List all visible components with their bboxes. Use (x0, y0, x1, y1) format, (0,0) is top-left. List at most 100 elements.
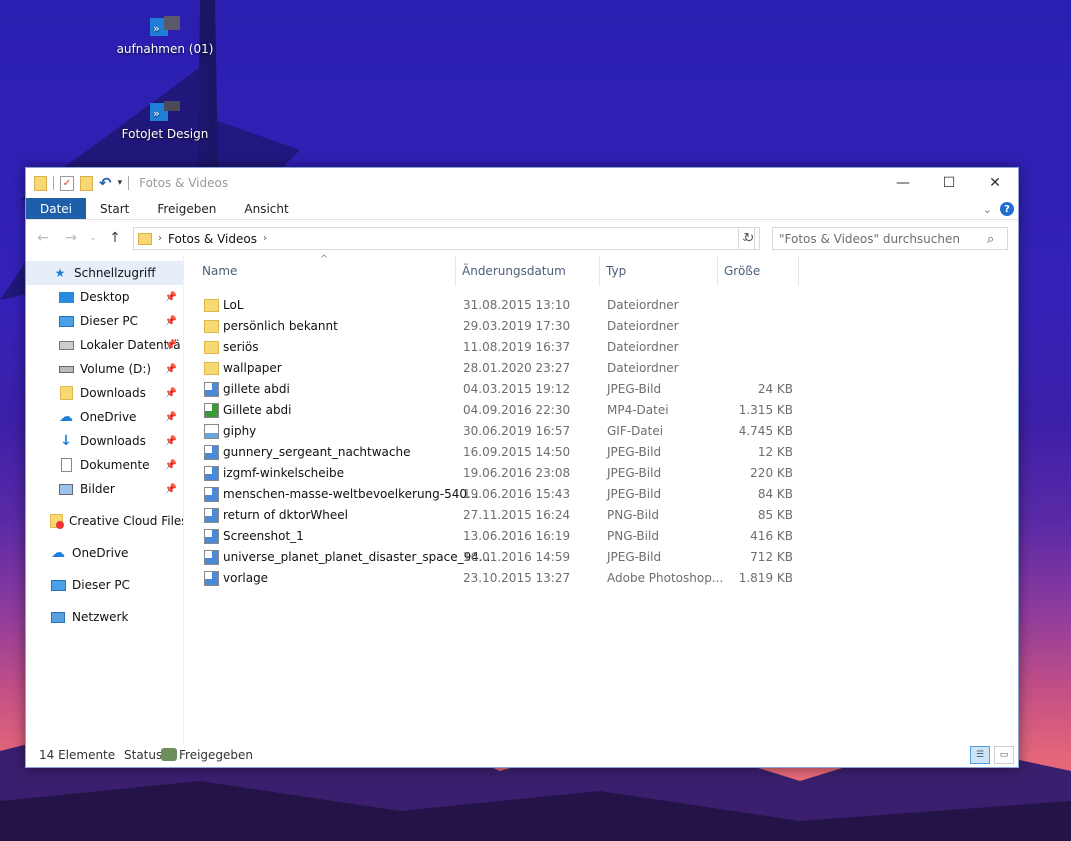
nav-item-netzwerk[interactable]: Netzwerk (26, 605, 183, 629)
nav-item-label: OneDrive (80, 410, 137, 424)
column-label: Name (202, 264, 238, 278)
nav-item-volume-d[interactable]: Volume (D:) 📌 (26, 357, 183, 381)
refresh-button[interactable]: ↻ (738, 227, 760, 250)
desktop-icon-fotojet[interactable]: » FotoJet Design (110, 101, 220, 141)
close-button[interactable]: ✕ (972, 168, 1018, 198)
file-date: 16.01.2016 14:59 (463, 550, 571, 564)
shared-users-icon (161, 748, 177, 761)
pin-icon: 📌 (164, 387, 177, 399)
column-type[interactable]: Typ (600, 256, 718, 286)
nav-item-creative-cloud[interactable]: Creative Cloud Files (26, 509, 183, 533)
breadcrumb[interactable]: Fotos & Videos (168, 232, 257, 246)
properties-icon[interactable]: ✓ (60, 175, 74, 191)
file-row[interactable]: giphy 30.06.2019 16:57 GIF-Datei 4.745 KB (184, 421, 804, 442)
nav-item-lokaler-datentraeger[interactable]: Lokaler Datenträ 📌 (26, 333, 183, 357)
file-row[interactable]: gunnery_sergeant_nachtwache 16.09.2015 14… (184, 442, 804, 463)
file-name: persönlich bekannt (223, 319, 338, 333)
nav-item-bilder[interactable]: Bilder 📌 (26, 477, 183, 501)
nav-item-label: Desktop (80, 290, 130, 304)
nav-item-onedrive-root[interactable]: ☁ OneDrive (26, 541, 183, 565)
tab-freigeben[interactable]: Freigeben (143, 198, 230, 219)
customize-qat-icon[interactable]: ▾ (118, 178, 123, 188)
file-row[interactable]: persönlich bekannt 29.03.2019 17:30 Dateio… (184, 316, 804, 337)
nav-item-downloads[interactable]: Downloads 📌 (26, 381, 183, 405)
file-row[interactable]: izgmf-winkelscheibe 19.06.2016 23:08 JPEG-… (184, 463, 804, 484)
nav-item-dieser-pc-root[interactable]: Dieser PC (26, 573, 183, 597)
address-row: ← → ⌄ ↑ › Fotos & Videos › ⌄ ↻ "Fotos & … (26, 220, 1018, 256)
file-date: 23.10.2015 13:27 (463, 571, 571, 585)
undo-icon[interactable]: ↶ (99, 174, 112, 192)
column-size[interactable]: Größe (718, 256, 799, 286)
new-folder-icon[interactable] (80, 175, 93, 191)
back-arrow-icon[interactable]: ← (32, 230, 54, 246)
file-row[interactable]: return of dktorWheel 27.11.2015 16:24 PNG-… (184, 505, 804, 526)
file-list: Name ^ Änderungsdatum Typ Größe LoL 31.08… (184, 254, 1018, 744)
download-arrow-icon: ↓ (60, 433, 72, 449)
file-size: 220 KB (750, 466, 793, 480)
forward-arrow-icon[interactable]: → (60, 230, 82, 246)
video-file-icon (204, 403, 219, 418)
tab-datei[interactable]: Datei (26, 198, 87, 219)
nav-item-label: Downloads (80, 386, 146, 400)
image-file-icon (204, 382, 219, 397)
desktop-icon-aufnahmen[interactable]: » aufnahmen (01) (110, 16, 220, 56)
nav-item-desktop[interactable]: Desktop 📌 (26, 285, 183, 309)
file-name: Screenshot_1 (223, 529, 304, 543)
file-type: MP4-Datei (607, 403, 669, 417)
file-name: izgmf-winkelscheibe (223, 466, 345, 480)
file-row[interactable]: menschen-masse-weltbevoelkerung-540... 19… (184, 484, 804, 505)
pin-icon: 📌 (164, 363, 177, 375)
file-type: JPEG-Bild (607, 466, 662, 480)
file-row[interactable]: gillete abdi 04.03.2015 19:12 JPEG-Bild 24 … (184, 379, 804, 400)
folder-icon (204, 341, 219, 354)
file-row[interactable]: seriös 11.08.2019 16:37 Dateiordner (184, 337, 804, 358)
file-row[interactable]: universe_planet_planet_disaster_space_94… (184, 547, 804, 568)
tab-ansicht[interactable]: Ansicht (230, 198, 302, 219)
file-row[interactable]: wallpaper 28.01.2020 23:27 Dateiordner (184, 358, 804, 379)
large-icons-view-icon[interactable]: ▭ (994, 746, 1014, 764)
file-size: 4.745 KB (738, 424, 793, 438)
file-name: vorlage (223, 571, 269, 585)
desktop-icon-label: FotoJet Design (121, 127, 209, 141)
recent-locations-icon[interactable]: ⌄ (88, 233, 98, 243)
nav-item-schnellzugriff[interactable]: ★ Schnellzugriff (26, 261, 183, 285)
svg-text:»: » (153, 107, 160, 120)
up-arrow-icon[interactable]: ↑ (104, 230, 126, 246)
file-row[interactable]: Gillete abdi 04.09.2016 22:30 MP4-Datei 1.3… (184, 400, 804, 421)
details-view-icon[interactable]: ☰ (970, 746, 990, 764)
column-header-row: Name ^ Änderungsdatum Typ Größe (184, 254, 1018, 286)
file-row[interactable]: Screenshot_1 13.06.2016 16:19 PNG-Bild 416 … (184, 526, 804, 547)
folder-icon (204, 362, 219, 375)
creative-cloud-folder-icon (50, 514, 64, 529)
nav-item-label: Bilder (80, 482, 115, 496)
chevron-right-icon[interactable]: › (263, 233, 267, 244)
minimize-button[interactable]: — (880, 168, 926, 198)
nav-item-downloads-2[interactable]: ↓ Downloads 📌 (26, 429, 183, 453)
help-icon[interactable]: ? (1000, 202, 1014, 216)
column-date[interactable]: Änderungsdatum (456, 256, 600, 286)
file-name: seriös (223, 340, 259, 354)
expand-ribbon-icon[interactable]: ⌄ (983, 203, 992, 216)
folder-icon (138, 232, 152, 245)
item-count: 14 Elemente (39, 748, 116, 762)
file-row[interactable]: LoL 31.08.2015 13:10 Dateiordner (184, 295, 804, 316)
search-input[interactable]: "Fotos & Videos" durchsuchen (772, 227, 1008, 250)
file-name: giphy (223, 424, 257, 438)
file-name: menschen-masse-weltbevoelkerung-540... (223, 487, 479, 501)
computer-icon (58, 314, 74, 328)
folder-icon (34, 175, 47, 191)
nav-item-onedrive[interactable]: ☁ OneDrive 📌 (26, 405, 183, 429)
file-type: JPEG-Bild (607, 445, 662, 459)
nav-item-dokumente[interactable]: Dokumente 📌 (26, 453, 183, 477)
address-bar[interactable]: › Fotos & Videos › ⌄ (133, 227, 755, 250)
column-label: Änderungsdatum (462, 264, 566, 278)
file-row[interactable]: vorlage 23.10.2015 13:27 Adobe Photoshop..… (184, 568, 804, 589)
file-name: Gillete abdi (223, 403, 292, 417)
tab-start[interactable]: Start (86, 198, 143, 219)
explorer-window: ✓ ↶ ▾ Fotos & Videos — ☐ ✕ Datei Start F… (25, 167, 1019, 768)
desktop-icon (58, 290, 74, 304)
nav-item-dieser-pc[interactable]: Dieser PC 📌 (26, 309, 183, 333)
file-size: 24 KB (757, 382, 793, 396)
maximize-button[interactable]: ☐ (926, 168, 972, 198)
folder-icon (204, 320, 219, 333)
